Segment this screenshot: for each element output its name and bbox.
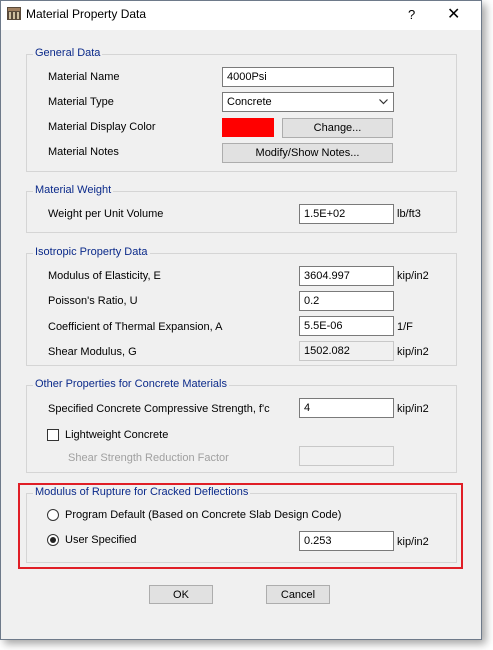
- group-title: Isotropic Property Data: [33, 246, 150, 258]
- shear-strength-reduction-input: [299, 446, 394, 466]
- poisson-ratio-label: Poisson's Ratio, U: [48, 295, 138, 307]
- help-button[interactable]: ?: [408, 7, 415, 22]
- poisson-ratio-input[interactable]: 0.2: [299, 291, 394, 311]
- material-notes-label: Material Notes: [48, 146, 119, 158]
- close-button[interactable]: ✕: [447, 4, 460, 24]
- display-color-label: Material Display Color: [48, 121, 156, 133]
- lightweight-concrete-checkbox[interactable]: [47, 429, 59, 441]
- modulus-elasticity-unit: kip/in2: [397, 270, 429, 282]
- weight-unit: lb/ft3: [397, 208, 421, 220]
- compressive-strength-label: Specified Concrete Compressive Strength,…: [48, 403, 270, 415]
- thermal-expansion-label: Coefficient of Thermal Expansion, A: [48, 321, 223, 333]
- shear-modulus-value: 1502.082: [299, 341, 394, 361]
- shear-modulus-label: Shear Modulus, G: [48, 346, 137, 358]
- group-title: General Data: [33, 47, 103, 59]
- compressive-strength-input[interactable]: 4: [299, 398, 394, 418]
- title-bar: Material Property Data ? ✕: [1, 1, 481, 30]
- chevron-down-icon: [379, 99, 388, 105]
- compressive-strength-unit: kip/in2: [397, 403, 429, 415]
- material-type-label: Material Type: [48, 96, 114, 108]
- modulus-elasticity-input[interactable]: 3604.997: [299, 266, 394, 286]
- weight-label: Weight per Unit Volume: [48, 208, 164, 220]
- weight-input[interactable]: 1.5E+02: [299, 204, 394, 224]
- group-title: Other Properties for Concrete Materials: [33, 378, 229, 390]
- cancel-button[interactable]: Cancel: [266, 585, 330, 604]
- material-type-select[interactable]: Concrete: [222, 92, 394, 112]
- shear-strength-reduction-label: Shear Strength Reduction Factor: [68, 452, 229, 464]
- modify-show-notes-button[interactable]: Modify/Show Notes...: [222, 143, 393, 163]
- lightweight-concrete-label: Lightweight Concrete: [65, 429, 169, 441]
- material-name-label: Material Name: [48, 71, 120, 83]
- material-type-value: Concrete: [227, 96, 272, 108]
- material-name-input[interactable]: 4000Psi: [222, 67, 394, 87]
- shear-modulus-unit: kip/in2: [397, 346, 429, 358]
- highlight-box: [18, 483, 463, 569]
- app-icon: [7, 7, 21, 20]
- ok-button[interactable]: OK: [149, 585, 213, 604]
- display-color-swatch[interactable]: [222, 118, 274, 137]
- material-property-dialog: Material Property Data ? ✕ General Data …: [0, 0, 482, 640]
- thermal-expansion-unit: 1/F: [397, 321, 413, 333]
- thermal-expansion-input[interactable]: 5.5E-06: [299, 316, 394, 336]
- window-title: Material Property Data: [26, 7, 147, 21]
- modulus-elasticity-label: Modulus of Elasticity, E: [48, 270, 161, 282]
- group-title: Material Weight: [33, 184, 114, 196]
- change-color-button[interactable]: Change...: [282, 118, 393, 138]
